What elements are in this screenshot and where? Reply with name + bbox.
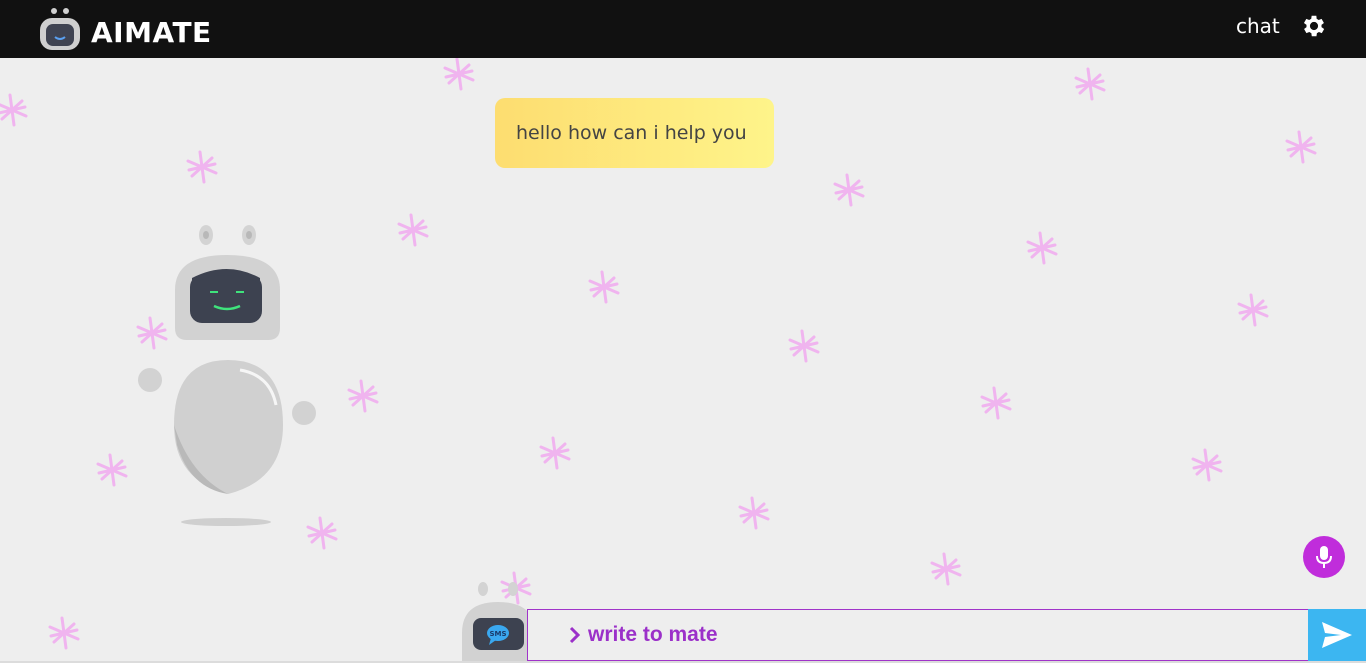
- sparkle-icon: [443, 58, 475, 91]
- robot-mascot-illustration: [138, 225, 316, 526]
- gear-icon[interactable]: [1300, 12, 1328, 40]
- message-input-container: [527, 609, 1309, 661]
- send-icon: [1322, 622, 1352, 648]
- robot-logo-icon[interactable]: [38, 6, 82, 52]
- nav-chat-link[interactable]: chat: [1236, 12, 1280, 40]
- bot-message-bubble: hello how can i help you: [495, 98, 774, 168]
- message-input[interactable]: [528, 610, 1308, 660]
- svg-text:SMS: SMS: [489, 630, 506, 638]
- microphone-icon: [1316, 546, 1332, 568]
- microphone-button[interactable]: [1303, 536, 1345, 578]
- send-button[interactable]: [1308, 609, 1366, 661]
- brand-title[interactable]: AIMATE: [91, 16, 212, 50]
- top-navbar: AIMATE chat: [0, 0, 1366, 58]
